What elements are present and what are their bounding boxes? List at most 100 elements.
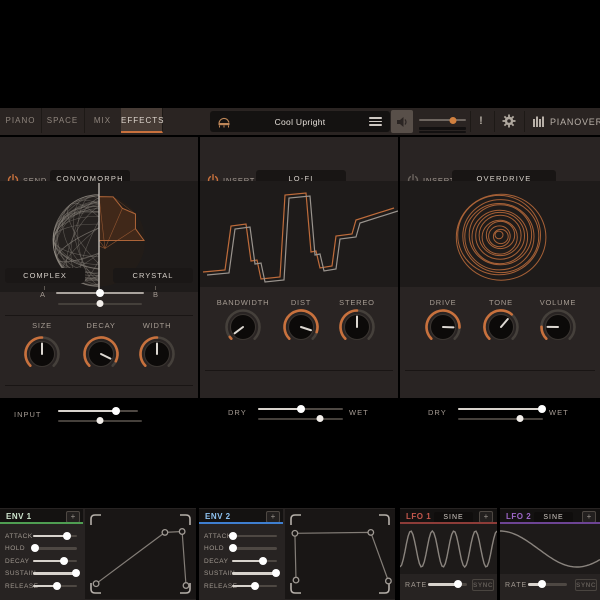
add-modulation-button[interactable]: +: [266, 511, 280, 523]
env-param-label: SUSTAIN: [204, 570, 235, 577]
separator: [524, 111, 525, 132]
env-param-slider[interactable]: [33, 556, 77, 565]
divider: [405, 370, 595, 371]
drive-knob[interactable]: [421, 305, 465, 349]
crystal-button[interactable]: CRYSTAL: [113, 268, 193, 283]
env-param-slider[interactable]: [33, 531, 77, 540]
input-slider[interactable]: [58, 406, 138, 415]
morph-a-label: A: [40, 290, 46, 299]
tab-space[interactable]: SPACE: [41, 108, 85, 133]
volume-slider[interactable]: [419, 116, 466, 124]
lfo-panel: LFO 1SINE+RATESYNC: [400, 508, 497, 600]
env-param-slider[interactable]: [33, 581, 77, 590]
env-accent-underline: [0, 522, 83, 524]
env-param-label: SUSTAIN: [5, 570, 36, 577]
env-param-slider[interactable]: [232, 581, 277, 590]
decay-knob-label: DECAY: [71, 321, 131, 330]
complex-button[interactable]: COMPLEX: [5, 268, 85, 283]
env-header: ENV 2 +: [199, 509, 283, 522]
add-modulation-button[interactable]: +: [66, 511, 80, 523]
bandwidth-knob[interactable]: [221, 305, 265, 349]
wet-label: WET: [349, 408, 369, 417]
wet-label: WET: [549, 408, 569, 417]
add-modulation-button[interactable]: +: [479, 511, 493, 523]
envelope-graph[interactable]: [285, 509, 395, 599]
dry-label: DRY: [228, 408, 247, 417]
env-title: ENV 1: [6, 512, 32, 521]
dist-knob[interactable]: [279, 305, 323, 349]
lfo-title: LFO 2: [506, 512, 531, 521]
rate-slider[interactable]: [428, 580, 467, 589]
top-bar: PIANO SPACE MIX EFFECTS Cool Upright: [0, 108, 600, 135]
env-panel: ENV 1+ATTACKHOLDDECAYSUSTAINRELEASE: [0, 508, 196, 600]
menu-icon[interactable]: [369, 115, 382, 128]
mix-mod-slider[interactable]: [458, 415, 543, 422]
tone-knob[interactable]: [479, 305, 523, 349]
lofi-visualization: [200, 181, 398, 287]
decay-knob[interactable]: [79, 332, 123, 376]
env-param-label: ATTACK: [5, 533, 33, 540]
env-param-label: HOLD: [5, 545, 25, 552]
tab-mix[interactable]: MIX: [84, 108, 122, 133]
env-param-slider[interactable]: [33, 569, 77, 578]
morph-b-label: B: [153, 290, 159, 299]
input-mod-slider[interactable]: [58, 417, 142, 424]
lfo-wave-display: [400, 524, 497, 574]
env-accent-underline: [199, 522, 283, 524]
env-title: ENV 2: [205, 512, 231, 521]
morph-mod-slider[interactable]: [58, 300, 142, 307]
dry-wet-slider[interactable]: [258, 404, 343, 413]
env-param-label: DECAY: [5, 558, 29, 565]
width-knob-label: WIDTH: [127, 321, 187, 330]
piano-icon: [217, 115, 231, 128]
env-param-label: HOLD: [204, 545, 224, 552]
lfo-shape-select[interactable]: SINE: [534, 512, 573, 523]
input-label: INPUT: [14, 410, 42, 419]
dry-wet-slider[interactable]: [458, 404, 543, 413]
morph-slider[interactable]: [56, 288, 144, 297]
size-knob-label: SIZE: [12, 321, 72, 330]
mix-mod-slider[interactable]: [258, 415, 343, 422]
divider: [5, 385, 193, 386]
logo-icon: [532, 115, 545, 128]
effect-panel-convomorph: SEND CONVOMORPH COMPLEX CRYSTAL A B SIZE…: [0, 137, 198, 398]
overdrive-visualization: [400, 181, 600, 287]
gear-icon[interactable]: [502, 114, 516, 128]
level-meter-left: [419, 127, 466, 130]
stereo-knob[interactable]: [335, 305, 379, 349]
env-panel: ENV 2+ATTACKHOLDDECAYSUSTAINRELEASE: [199, 508, 395, 600]
rate-slider[interactable]: [528, 580, 567, 589]
sync-button[interactable]: SYNC: [472, 579, 494, 591]
preset-name: Cool Upright: [231, 117, 369, 127]
env-param-slider[interactable]: [232, 531, 277, 540]
lfo-wave-display: [500, 524, 600, 574]
dry-label: DRY: [428, 408, 447, 417]
env-param-slider[interactable]: [232, 544, 277, 553]
lfo-header: LFO 1SINE +: [400, 509, 497, 522]
pianoverse-logo: PIANOVERSE: [532, 108, 600, 135]
rate-label: RATE: [505, 582, 527, 589]
alert-button[interactable]: !: [474, 108, 488, 135]
width-knob[interactable]: [135, 332, 179, 376]
speaker-button[interactable]: [391, 110, 413, 133]
env-param-slider[interactable]: [232, 556, 277, 565]
tab-piano[interactable]: PIANO: [0, 108, 42, 133]
lfo-title: LFO 1: [406, 512, 431, 521]
lfo-shape-select[interactable]: SINE: [434, 512, 473, 523]
env-param-slider[interactable]: [33, 544, 77, 553]
level-meter-right: [419, 131, 466, 134]
env-header: ENV 1 +: [0, 509, 83, 522]
volume-knob[interactable]: [536, 305, 580, 349]
sync-button[interactable]: SYNC: [575, 579, 597, 591]
separator: [494, 111, 495, 132]
env-param-label: DECAY: [204, 558, 228, 565]
lfo-panel: LFO 2SINE + RATE SYNC: [500, 508, 600, 600]
add-modulation-button[interactable]: +: [582, 511, 596, 523]
effect-panel-lofi: INSERT LO-FI BANDWIDTH DIST STEREO DRY W…: [200, 137, 398, 398]
size-knob[interactable]: [20, 332, 64, 376]
env-param-slider[interactable]: [232, 569, 277, 578]
divider: [5, 315, 193, 316]
tab-effects[interactable]: EFFECTS: [121, 108, 163, 133]
envelope-graph[interactable]: [85, 509, 196, 599]
preset-selector[interactable]: Cool Upright: [210, 111, 390, 132]
